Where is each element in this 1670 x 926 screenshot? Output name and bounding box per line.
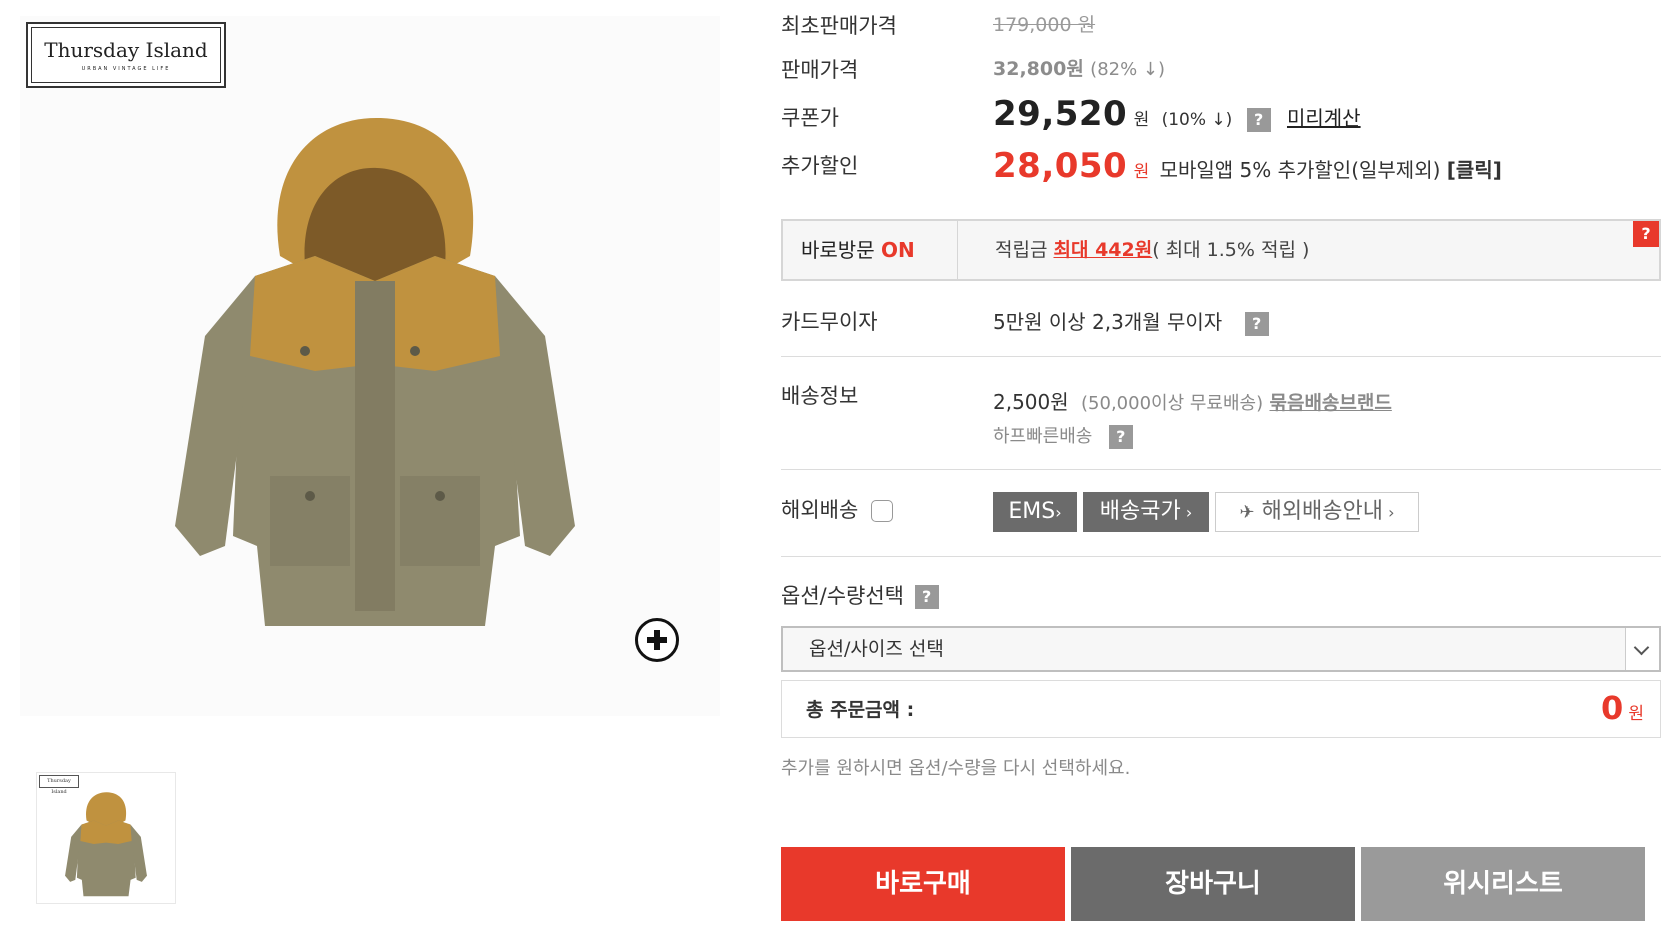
option-note: 추가를 원하시면 옵션/수량을 다시 선택하세요.: [781, 758, 1131, 779]
add-to-cart-label: 장바구니: [1165, 869, 1261, 899]
brand-logo-name: Thursday Island: [44, 38, 208, 62]
extra-click-link[interactable]: [클릭]: [1447, 158, 1502, 182]
chevron-right-icon: ›: [1055, 503, 1062, 522]
extra-price: 28,050: [993, 146, 1128, 186]
options-help-icon[interactable]: ?: [914, 585, 939, 609]
divider: [781, 469, 1661, 470]
points-info: 적립금 최대 442원( 최대 1.5% 적립 ): [995, 221, 1309, 279]
extra-won: 원: [1133, 162, 1150, 182]
card-group: 5만원 이상 2,3개월 무이자 ?: [993, 306, 1269, 336]
points-max-link[interactable]: 최대 442원: [1054, 239, 1153, 261]
option-size-select-value: 옵션/사이즈 선택: [809, 638, 944, 660]
ems-button[interactable]: EMS›: [993, 492, 1077, 532]
ems-button-label: EMS: [1008, 499, 1056, 524]
jacket-image: [175, 117, 575, 626]
total-order-won: 원: [1628, 704, 1644, 724]
shipping-group: 2,500원 (50,000이상 무료배송) 묶음배송브랜드: [993, 386, 1392, 415]
total-order-value: 0: [1601, 689, 1624, 727]
option-size-select[interactable]: 옵션/사이즈 선택: [781, 626, 1661, 672]
overseas-guide-label: 해외배송안내: [1261, 499, 1384, 524]
chevron-down-icon[interactable]: [1625, 628, 1659, 670]
precalc-link[interactable]: 미리계산: [1287, 106, 1361, 130]
fast-shipping: 하프빠른배송: [993, 426, 1093, 447]
shipping-help-icon[interactable]: ?: [1108, 424, 1133, 449]
chevron-right-icon: ›: [1383, 503, 1395, 522]
wishlist-button[interactable]: 위시리스트: [1361, 847, 1645, 921]
buy-now-label: 바로구매: [875, 869, 971, 899]
total-order-label: 총 주문금액 :: [806, 699, 915, 721]
points-rate: ( 최대 1.5% 적립 ): [1152, 239, 1310, 261]
overseas-group: 해외배송: [781, 494, 893, 524]
shipping-fee: 2,500원: [993, 390, 1069, 414]
shipping-free-condition: (50,000이상 무료배송): [1081, 393, 1264, 414]
extra-discount-group: 28,050 원 모바일앱 5% 추가할인(일부제외) [클릭]: [993, 146, 1502, 186]
sale-price-group: 32,800원 (82% ↓): [993, 54, 1165, 81]
sale-discount: (82% ↓): [1090, 59, 1166, 80]
divider: [781, 356, 1661, 357]
direct-visit-status: ON: [880, 238, 915, 262]
chevron-right-icon: ›: [1180, 503, 1193, 522]
coupon-won: 원: [1133, 110, 1150, 130]
sale-price-label: 판매가격: [781, 58, 859, 82]
coupon-price-group: 29,520 원 (10% ↓) ? 미리계산: [993, 94, 1361, 134]
brand-logo: Thursday Island URBAN VINTAGE LIFE: [26, 22, 226, 88]
fast-shipping-group: 하프빠른배송 ?: [993, 422, 1133, 449]
options-group: 옵션/수량선택 ?: [781, 580, 939, 610]
original-price: 179,000 원: [993, 14, 1096, 36]
options-label: 옵션/수량선택: [781, 584, 904, 608]
overseas-checkbox[interactable]: [870, 500, 893, 522]
card-value: 5만원 이상 2,3개월 무이자: [993, 310, 1223, 334]
overseas-guide-button[interactable]: ✈ 해외배송안내 ›: [1215, 492, 1419, 532]
product-thumbnail[interactable]: Thursday Island: [36, 772, 176, 904]
product-main-image: Thursday Island URBAN VINTAGE LIFE: [20, 16, 720, 716]
total-order-box: 총 주문금액 : 0 원: [781, 680, 1661, 738]
airplane-icon: ✈: [1239, 502, 1255, 523]
bundle-shipping-link[interactable]: 묶음배송브랜드: [1269, 392, 1391, 414]
direct-visit-text: 바로방문: [801, 238, 875, 262]
extra-discount-label: 추가할인: [781, 154, 859, 178]
jacket-thumbnail-image: [65, 792, 147, 897]
points-help-icon[interactable]: ?: [1633, 221, 1659, 247]
zoom-icon[interactable]: [635, 618, 679, 662]
wishlist-label: 위시리스트: [1443, 869, 1563, 899]
coupon-discount: (10% ↓): [1161, 110, 1233, 130]
buy-now-button[interactable]: 바로구매: [781, 847, 1065, 921]
divider: [781, 556, 1661, 557]
add-to-cart-button[interactable]: 장바구니: [1071, 847, 1355, 921]
direct-visit-box: 바로방문 ON 적립금 최대 442원( 최대 1.5% 적립 ) ?: [781, 219, 1661, 281]
extra-desc: 모바일앱 5% 추가할인(일부제외): [1159, 158, 1441, 182]
original-price-label: 최초판매가격: [781, 14, 897, 38]
direct-visit-label: 바로방문 ON: [783, 221, 958, 279]
points-label: 적립금: [995, 239, 1048, 261]
coupon-help-icon[interactable]: ?: [1246, 107, 1271, 132]
coupon-price: 29,520: [993, 94, 1128, 134]
thumbnail-brand-logo: Thursday Island: [39, 775, 79, 795]
sale-price: 32,800원: [993, 58, 1084, 80]
shipping-country-label: 배송국가: [1099, 499, 1181, 524]
card-help-icon[interactable]: ?: [1244, 311, 1269, 336]
total-order-group: 0 원: [1601, 689, 1644, 727]
brand-logo-tagline: URBAN VINTAGE LIFE: [81, 66, 171, 72]
coupon-price-label: 쿠폰가: [781, 106, 839, 130]
overseas-label: 해외배송: [781, 498, 859, 522]
shipping-country-button[interactable]: 배송국가 ›: [1083, 492, 1209, 532]
card-label: 카드무이자: [781, 310, 878, 334]
shipping-label: 배송정보: [781, 384, 859, 408]
